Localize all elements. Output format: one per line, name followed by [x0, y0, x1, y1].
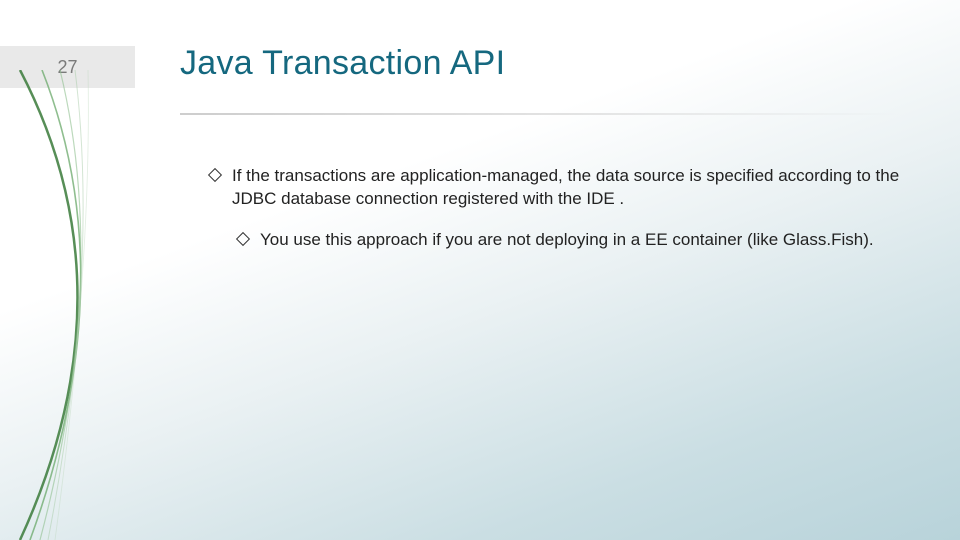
slide-content: If the transactions are application-mana… — [210, 165, 910, 252]
bullet-text: If the transactions are application-mana… — [232, 166, 899, 208]
bullet-level-2: You use this approach if you are not dep… — [238, 229, 910, 252]
page-number: 27 — [57, 57, 77, 78]
diamond-icon — [208, 168, 222, 182]
bullet-level-1: If the transactions are application-mana… — [210, 165, 910, 211]
decorative-curves — [0, 70, 220, 540]
bullet-text: You use this approach if you are not dep… — [260, 230, 874, 249]
title-underline — [180, 113, 900, 115]
slide-title: Java Transaction API — [180, 44, 505, 83]
slide: 27 Java Transaction API If the transacti… — [0, 0, 960, 540]
page-number-box: 27 — [0, 46, 135, 88]
diamond-icon — [236, 232, 250, 246]
